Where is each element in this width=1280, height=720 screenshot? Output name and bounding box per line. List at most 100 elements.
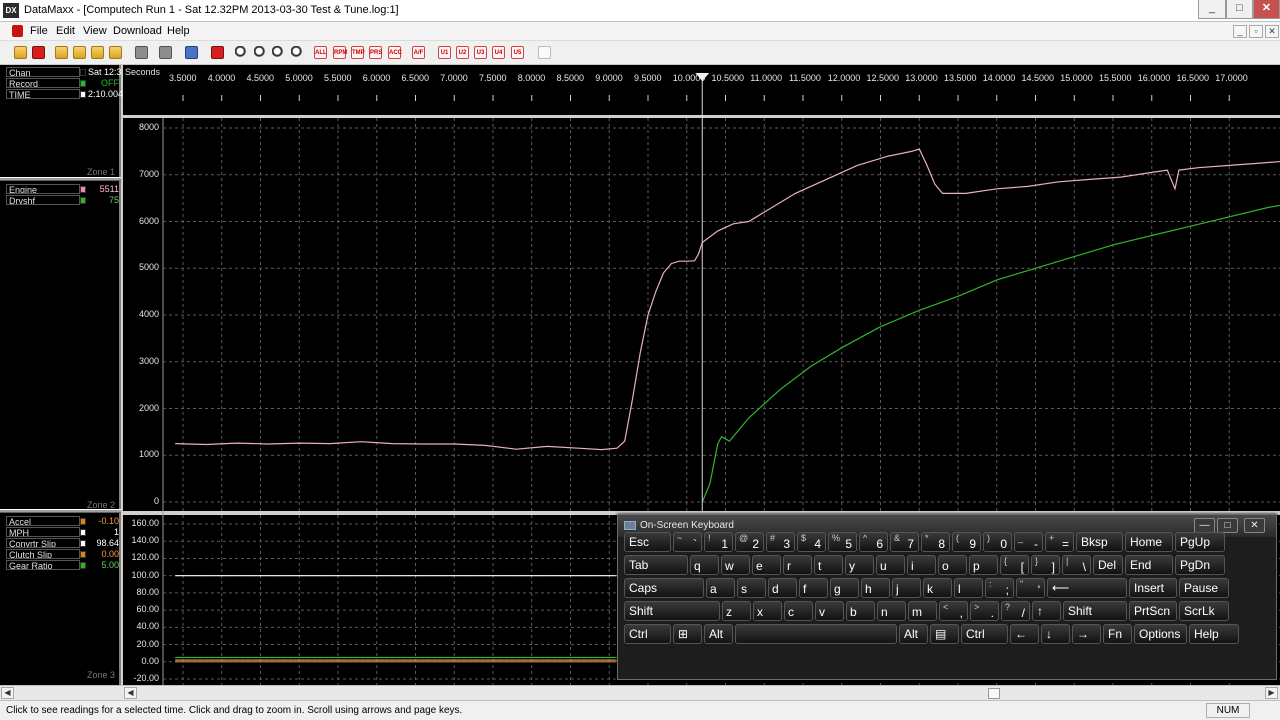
af-button[interactable]: A/F — [410, 44, 427, 61]
channel-color-swatch[interactable] — [80, 69, 86, 76]
channel-row[interactable]: Record OFF — [6, 78, 119, 89]
3d-button[interactable] — [183, 44, 200, 61]
key-5[interactable]: % 5 — [828, 532, 857, 552]
key-symbol[interactable]: + = — [1045, 532, 1074, 552]
scroll-thumb[interactable] — [988, 688, 1000, 699]
key-p[interactable]: p — [969, 555, 998, 575]
key-z[interactable]: z — [722, 601, 751, 621]
key-s[interactable]: s — [737, 578, 766, 598]
key-n[interactable]: n — [877, 601, 906, 621]
channel-row[interactable]: Clutch Slip 0.00 — [6, 549, 119, 560]
key-scrlk[interactable]: ScrLk — [1179, 601, 1229, 621]
key-g[interactable]: g — [830, 578, 859, 598]
channel-color-swatch[interactable] — [80, 529, 86, 536]
menu-edit[interactable]: Edit — [56, 25, 75, 37]
key-alt[interactable]: Alt — [704, 624, 733, 644]
channel-row[interactable]: Accel -0.10 — [6, 516, 119, 527]
key-esc[interactable]: Esc — [624, 532, 671, 552]
u2-button[interactable]: U2 — [454, 44, 471, 61]
key-bksp[interactable]: Bksp — [1076, 532, 1123, 552]
key-4[interactable]: $4 — [797, 532, 826, 552]
key-pgup[interactable]: PgUp — [1175, 532, 1225, 552]
channel-row[interactable]: Convrtr Slip 98.64 — [6, 538, 119, 549]
key-9[interactable]: (9 — [952, 532, 981, 552]
channel-row[interactable]: Engine 5511 — [6, 184, 119, 195]
key-insert[interactable]: Insert — [1129, 578, 1177, 598]
key-symbol[interactable]: ▤ — [930, 624, 959, 644]
key-r[interactable]: r — [783, 555, 812, 575]
menu-help[interactable]: Help — [167, 25, 190, 37]
key-home[interactable]: Home — [1125, 532, 1173, 552]
key-i[interactable]: i — [907, 555, 936, 575]
key-t[interactable]: t — [814, 555, 843, 575]
key-7[interactable]: & 7 — [890, 532, 919, 552]
child-minimize-button[interactable]: _ — [1233, 25, 1247, 38]
channel-color-swatch[interactable] — [80, 551, 86, 558]
key-c[interactable]: c — [784, 601, 813, 621]
prs-button[interactable]: PRS — [367, 44, 384, 61]
key-symbol[interactable]: ↓ — [1041, 624, 1070, 644]
key-symbol[interactable]: → — [1072, 624, 1101, 644]
scroll-left-arrow-icon[interactable]: ◀ — [124, 687, 137, 699]
key-x[interactable]: x — [753, 601, 782, 621]
key-0[interactable]: ) 0 — [983, 532, 1012, 552]
acc-button[interactable]: ACC — [386, 44, 403, 61]
print-button[interactable] — [133, 44, 150, 61]
new-button[interactable] — [30, 44, 47, 61]
zone-splitter[interactable] — [0, 177, 121, 181]
zoom-in-button[interactable] — [252, 44, 269, 61]
channel-row[interactable]: TIME 2:10.004 — [6, 89, 123, 100]
folder-red-button[interactable] — [107, 44, 124, 61]
key-y[interactable]: y — [845, 555, 874, 575]
key-ctrl[interactable]: Ctrl — [624, 624, 671, 644]
open-folder-button[interactable] — [12, 44, 29, 61]
u1-button[interactable]: U1 — [436, 44, 453, 61]
zoom-reset-button[interactable] — [289, 44, 306, 61]
osk-minimize-button[interactable]: — — [1194, 518, 1215, 533]
key-o[interactable]: o — [938, 555, 967, 575]
key-q[interactable]: q — [690, 555, 719, 575]
key-a[interactable]: a — [706, 578, 735, 598]
key-1[interactable]: ! 1 — [704, 532, 733, 552]
key-symbol[interactable]: ⟵ — [1047, 578, 1127, 598]
key-l[interactable]: l — [954, 578, 983, 598]
key-v[interactable]: v — [815, 601, 844, 621]
key-symbol[interactable]: | \ — [1062, 555, 1091, 575]
horizontal-scrollbar[interactable]: ◀ ◀ ▶ — [0, 685, 1280, 700]
key-symbol[interactable]: >. — [970, 601, 999, 621]
key-tab[interactable]: Tab — [624, 555, 688, 575]
cursor-button[interactable] — [209, 44, 226, 61]
key-ctrl[interactable]: Ctrl — [961, 624, 1008, 644]
channel-color-swatch[interactable] — [80, 562, 86, 569]
scroll-right-arrow-icon[interactable]: ▶ — [1265, 687, 1278, 699]
key-8[interactable]: * 8 — [921, 532, 950, 552]
u5-button[interactable]: U5 — [509, 44, 526, 61]
channel-color-swatch[interactable] — [80, 518, 86, 525]
key-caps[interactable]: Caps — [624, 578, 704, 598]
channel-color-swatch[interactable] — [80, 91, 86, 98]
menu-download[interactable]: Download — [113, 25, 162, 37]
channel-color-swatch[interactable] — [80, 197, 86, 204]
key-6[interactable]: ^ 6 — [859, 532, 888, 552]
maximize-button[interactable]: □ — [1226, 0, 1253, 19]
key-3[interactable]: #3 — [766, 532, 795, 552]
osk-maximize-button[interactable]: □ — [1217, 518, 1238, 533]
key-b[interactable]: b — [846, 601, 875, 621]
key-d[interactable]: d — [768, 578, 797, 598]
rpm-button[interactable]: RPM — [331, 44, 348, 61]
key-w[interactable]: w — [721, 555, 750, 575]
child-restore-button[interactable]: ▫ — [1249, 25, 1263, 38]
document-icon[interactable] — [12, 25, 23, 37]
menu-view[interactable]: View — [83, 25, 107, 37]
key-alt[interactable]: Alt — [899, 624, 928, 644]
minimize-button[interactable]: _ — [1198, 0, 1226, 19]
key-symbol[interactable]: " ' — [1016, 578, 1045, 598]
u3-button[interactable]: U3 — [472, 44, 489, 61]
folder-red-button[interactable] — [89, 44, 106, 61]
key-symbol[interactable]: ← — [1010, 624, 1039, 644]
channel-row[interactable]: Chan Sat 12:3 — [6, 67, 122, 78]
key-space[interactable] — [735, 624, 897, 644]
child-close-button[interactable]: ✕ — [1265, 25, 1279, 38]
key-f[interactable]: f — [799, 578, 828, 598]
key-e[interactable]: e — [752, 555, 781, 575]
